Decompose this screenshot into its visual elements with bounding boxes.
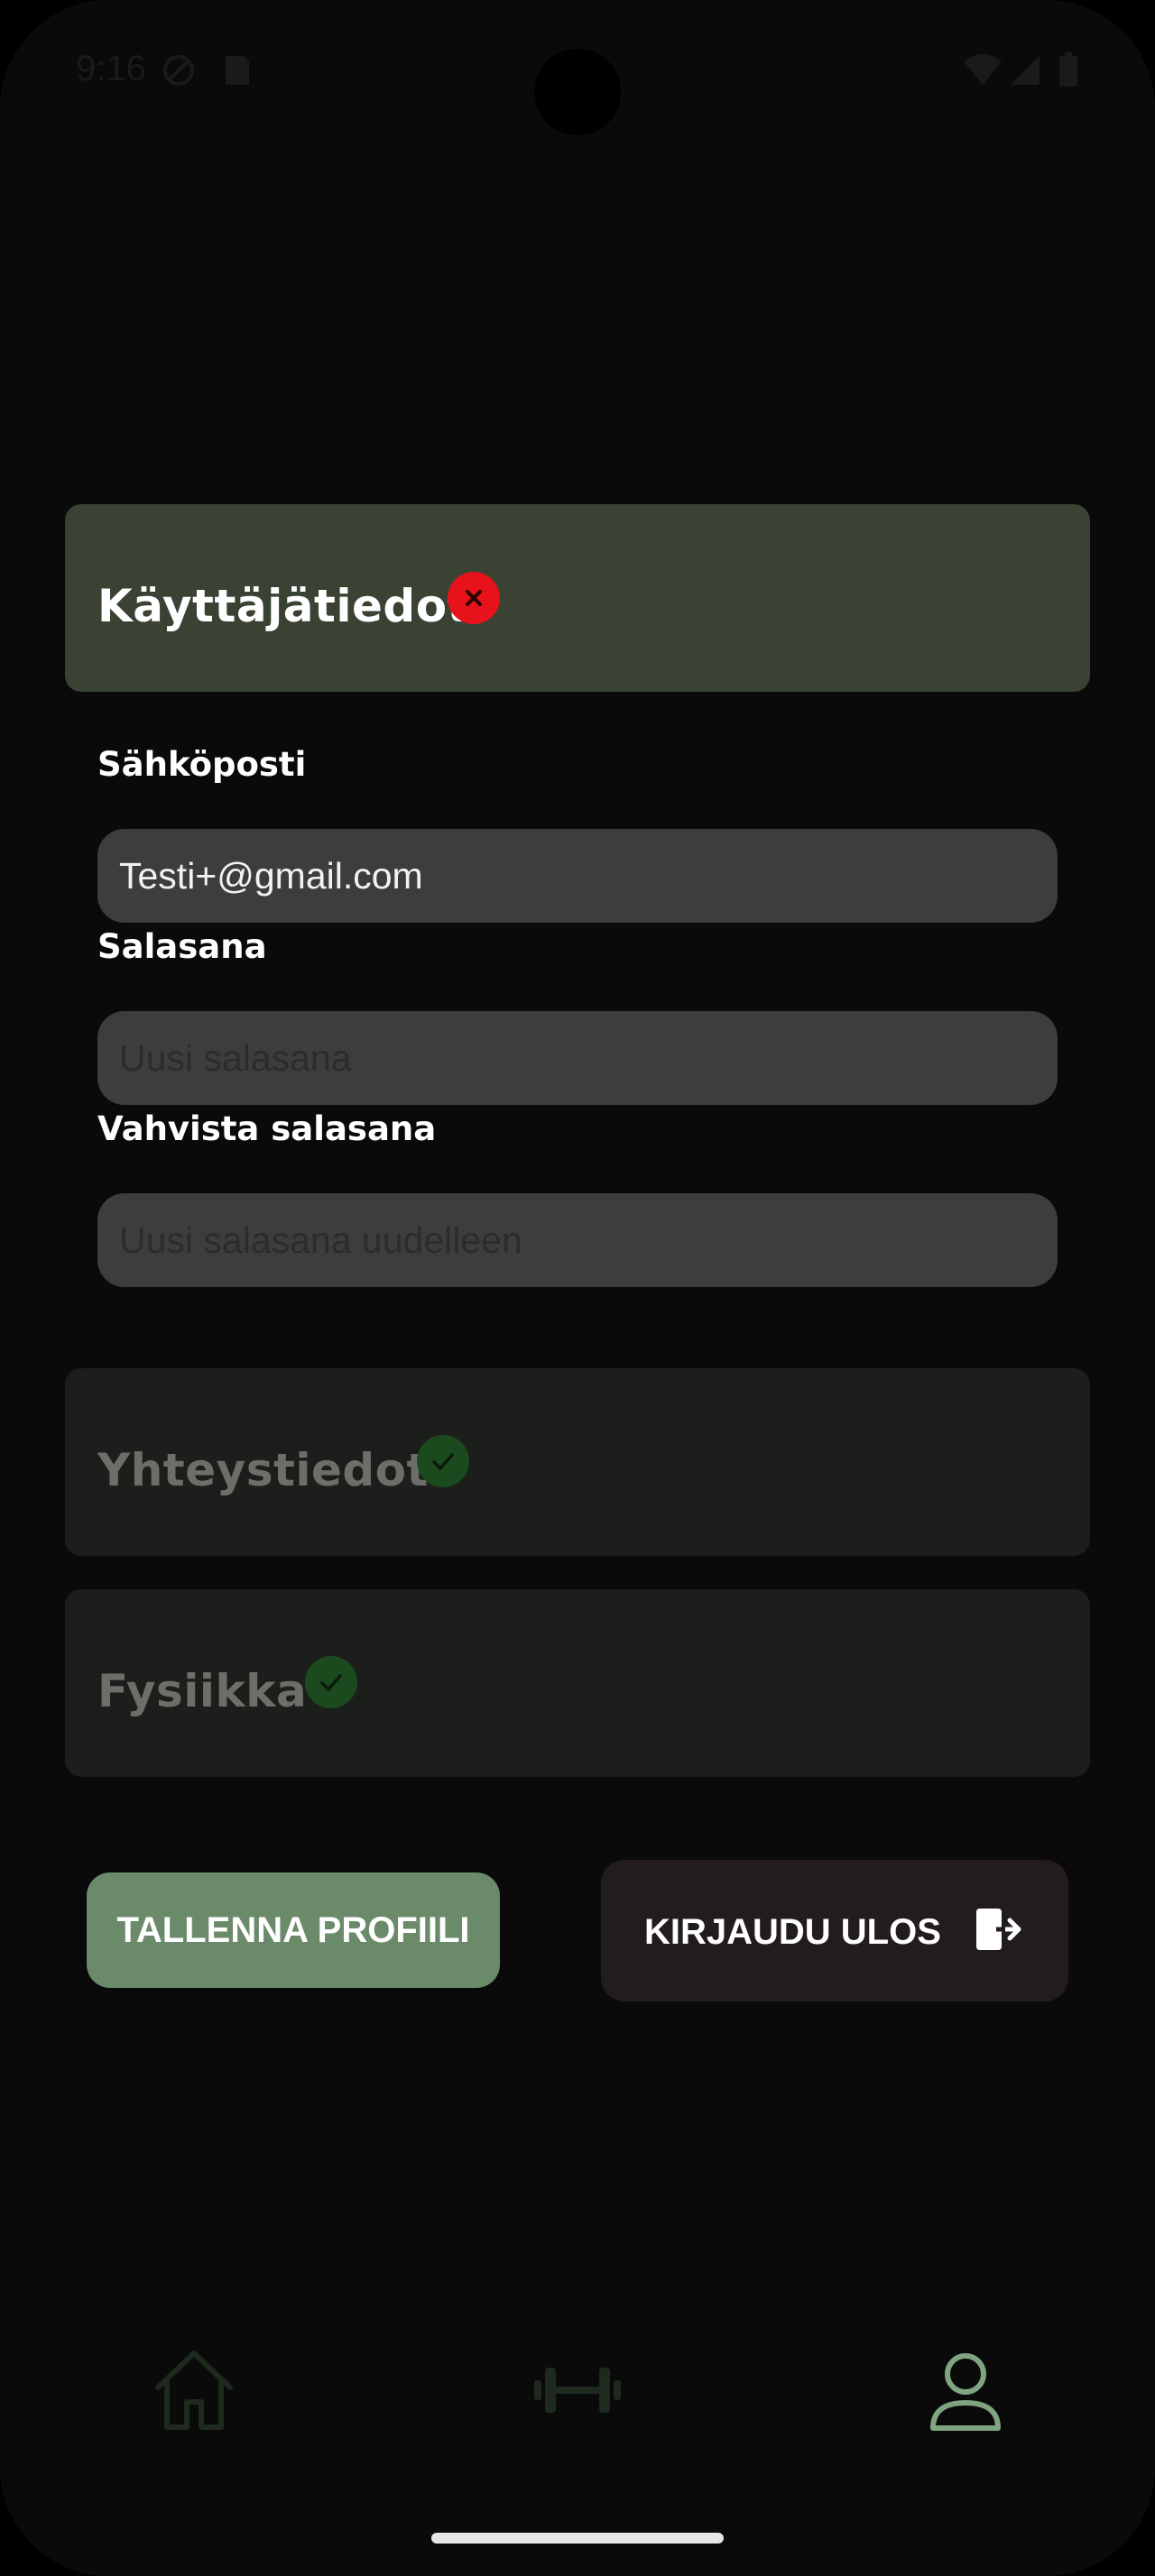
logout-button[interactable]: KIRJAUDU ULOS	[601, 1860, 1068, 2001]
sim-card-icon	[222, 52, 253, 93]
nav-home[interactable]	[135, 2309, 253, 2471]
camera-cutout	[534, 49, 621, 135]
password-label: Salasana	[97, 927, 267, 966]
email-label: Sähköposti	[97, 745, 307, 784]
bottom-navigation	[0, 2309, 1155, 2471]
confirm-password-field[interactable]	[97, 1193, 1058, 1287]
user-icon	[930, 2353, 1001, 2431]
nav-workouts[interactable]	[523, 2309, 632, 2471]
close-icon	[466, 590, 482, 606]
logout-icon	[973, 1907, 1023, 1961]
do-not-disturb-icon	[161, 52, 197, 93]
check-icon	[432, 1453, 454, 1470]
phone-screen: 9:16 Käyttäjätiedot Sähköposti Salasana	[0, 0, 1155, 2576]
wifi-icon	[962, 52, 1003, 93]
check-icon	[320, 1674, 342, 1691]
nav-profile[interactable]	[920, 2309, 1011, 2471]
section-physique[interactable]: Fysiikka	[65, 1589, 1090, 1777]
save-profile-label: TALLENNA PROFIILI	[116, 1909, 470, 1950]
section-title: Käyttäjätiedot	[97, 580, 469, 632]
section-title: Fysiikka	[97, 1665, 308, 1717]
error-status-icon	[448, 572, 500, 624]
password-field[interactable]	[97, 1011, 1058, 1105]
success-status-icon	[417, 1435, 469, 1487]
confirm-password-label: Vahvista salasana	[97, 1109, 437, 1148]
email-field[interactable]	[97, 829, 1058, 923]
logout-label: KIRJAUDU ULOS	[644, 1912, 941, 1952]
save-profile-button[interactable]: TALLENNA PROFIILI	[87, 1872, 500, 1988]
status-time: 9:16	[76, 49, 146, 88]
battery-icon	[1058, 52, 1079, 93]
dumbbell-icon	[534, 2368, 621, 2413]
home-indicator[interactable]	[431, 2533, 724, 2544]
cellular-signal-icon	[1007, 52, 1043, 93]
section-contact-info[interactable]: Yhteystiedot	[65, 1368, 1090, 1556]
success-status-icon	[305, 1656, 357, 1708]
section-title: Yhteystiedot	[97, 1444, 429, 1496]
home-icon	[155, 2351, 233, 2430]
section-user-info[interactable]: Käyttäjätiedot	[65, 504, 1090, 692]
